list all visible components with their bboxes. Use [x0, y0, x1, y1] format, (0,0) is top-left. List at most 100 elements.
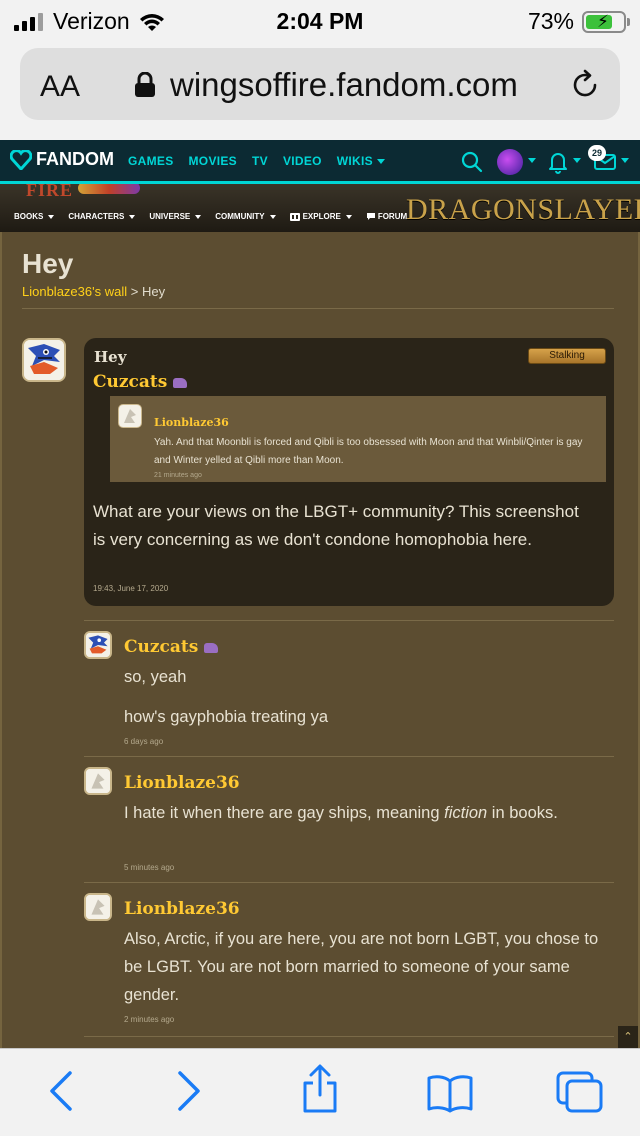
wiki-nav-label: EXPLORE [302, 212, 341, 221]
chevron-down-icon [376, 159, 385, 165]
reply-author[interactable]: Lionblaze36 [124, 899, 240, 919]
text-size-label: AA [40, 70, 81, 103]
avatar[interactable] [84, 893, 112, 921]
wiki-nav-label: COMMUNITY [215, 212, 265, 221]
breadcrumb-current: Hey [141, 284, 166, 299]
notification-badge: 29 [588, 145, 606, 161]
post-body: What are your views on the LBGT+ communi… [93, 502, 579, 549]
avatar-image [86, 769, 110, 793]
text-size-button[interactable]: AA [40, 70, 80, 104]
chevron-down-icon[interactable] [528, 158, 536, 163]
wiki-banner: FIRE DRAGONSLAYER BOOKS CHARACTERS UNIVE… [0, 184, 640, 232]
chevron-down-icon [345, 214, 352, 219]
wiki-nav-community[interactable]: COMMUNITY [215, 212, 276, 221]
fandom-header: FANDOM GAMES MOVIES TV VIDEO WIKIS 29 [0, 140, 640, 184]
avatar[interactable] [84, 631, 112, 659]
forward-icon[interactable] [174, 1069, 204, 1113]
wiki-nav-label: UNIVERSE [149, 212, 191, 221]
reply-author[interactable]: Cuzcats [124, 637, 198, 657]
post-title: Hey [94, 348, 127, 366]
fandom-nav: GAMES MOVIES TV VIDEO WIKIS [128, 154, 400, 168]
quote-author: Lionblaze36 [154, 416, 229, 429]
nav-tv[interactable]: TV [252, 154, 268, 168]
nav-wikis-label: WIKIS [336, 154, 373, 168]
chevron-down-icon[interactable] [621, 158, 629, 163]
reply: Cuzcats so, yeah how's gayphobia treatin… [84, 620, 614, 756]
browser-toolbar [0, 1048, 640, 1136]
wiki-nav-characters[interactable]: CHARACTERS [68, 212, 136, 221]
breadcrumb: Lionblaze36's wall > Hey [22, 284, 165, 299]
wiki-nav-books[interactable]: BOOKS [14, 212, 55, 221]
bookmarks-icon[interactable] [426, 1073, 474, 1113]
quote-timestamp: 21 minutes ago [154, 472, 202, 479]
divider [22, 308, 614, 309]
share-icon[interactable] [300, 1063, 340, 1115]
nav-movies[interactable]: MOVIES [189, 154, 237, 168]
avatar-image [86, 895, 110, 919]
wiki-nav-universe[interactable]: UNIVERSE [149, 212, 202, 221]
status-bar: Verizon 2:04 PM 73% ⚡ [0, 0, 640, 40]
avatar[interactable] [84, 767, 112, 795]
page-title: Hey [22, 248, 74, 279]
reply: Lionblaze36 Also, Arctic, if you are her… [84, 882, 614, 1036]
battery-group: 73% ⚡ [527, 8, 630, 35]
reply-author[interactable]: Lionblaze36 [124, 773, 240, 793]
avatar-image [86, 633, 110, 657]
dragon-icon [173, 377, 188, 388]
wiki-nav-label: BOOKS [14, 212, 44, 221]
fandom-logo[interactable]: FANDOM [10, 149, 114, 170]
post-author[interactable]: Cuzcats [93, 372, 167, 392]
post-tag[interactable]: Stalking [528, 348, 606, 364]
wiki-nav-label: CHARACTERS [68, 212, 125, 221]
dragon-icon [204, 642, 219, 653]
divider [84, 1036, 614, 1037]
reply-text: Also, Arctic, if you are here, you are n… [124, 930, 599, 1004]
address-bar[interactable]: AA wingsoffire.fandom.com [20, 48, 620, 120]
chevron-down-icon [129, 214, 136, 219]
chevron-down-icon [195, 214, 202, 219]
lock-icon [135, 72, 155, 97]
chevron-down-icon [48, 214, 55, 219]
forum-icon [366, 213, 375, 220]
reply-timestamp[interactable]: 5 minutes ago [124, 863, 174, 872]
reply: Lionblaze36 I hate it when there are gay… [84, 756, 614, 882]
back-icon[interactable] [46, 1069, 76, 1113]
wiki-nav-label: FORUM [377, 212, 408, 221]
wiki-nav-explore[interactable]: EXPLORE [289, 212, 352, 221]
reply-text-part: I hate it when there are gay ships, mean… [124, 804, 445, 822]
breadcrumb-separator: > [130, 284, 139, 299]
quoted-image[interactable]: Lionblaze36 Yah. And that Moonbli is for… [110, 396, 606, 482]
url-text[interactable]: wingsoffire.fandom.com [170, 66, 518, 104]
reply-timestamp[interactable]: 6 days ago [124, 737, 163, 746]
thread-post: Hey Stalking Cuzcats Lionblaze36 Yah. An… [84, 338, 614, 606]
reload-icon[interactable] [568, 68, 602, 102]
user-avatar[interactable] [497, 149, 523, 175]
fandom-logo-text: FANDOM [36, 149, 114, 169]
nav-games[interactable]: GAMES [128, 154, 174, 168]
tabs-icon[interactable] [554, 1069, 604, 1115]
search-icon[interactable] [460, 150, 484, 174]
wiki-wordmark[interactable]: FIRE [26, 184, 73, 201]
battery-icon: ⚡ [582, 10, 630, 33]
chevron-down-icon [269, 214, 276, 219]
avatar[interactable] [22, 338, 66, 382]
reply-text: how's gayphobia treating ya [124, 708, 329, 726]
battery-percent: 73% [527, 8, 574, 34]
nav-video[interactable]: VIDEO [283, 154, 322, 168]
reply-text-emphasis: fiction [444, 804, 488, 822]
reply-timestamp[interactable]: 2 minutes ago [124, 1015, 174, 1024]
bell-icon[interactable] [549, 150, 567, 174]
reply-author-line: Cuzcats [124, 637, 219, 657]
wiki-nav-forum[interactable]: FORUM [366, 212, 407, 221]
chevron-down-icon[interactable] [573, 158, 581, 163]
reply-text-part: in books. [487, 804, 558, 822]
nav-wikis[interactable]: WIKIS [337, 154, 385, 168]
wiki-nav: BOOKS CHARACTERS UNIVERSE COMMUNITY EXPL… [14, 212, 421, 221]
breadcrumb-wall-link[interactable]: Lionblaze36's wall [22, 284, 127, 299]
browser-chrome: AA wingsoffire.fandom.com [0, 40, 640, 140]
wiki-banner-title: DRAGONSLAYER [406, 193, 640, 226]
post-timestamp[interactable]: 19:43, June 17, 2020 [93, 584, 168, 593]
reply-text: I hate it when there are gay ships, mean… [124, 799, 604, 827]
quote-text: Yah. And that Moonbli is forced and Qibl… [154, 437, 583, 466]
scroll-to-top-button[interactable]: ⌃ [618, 1026, 638, 1048]
